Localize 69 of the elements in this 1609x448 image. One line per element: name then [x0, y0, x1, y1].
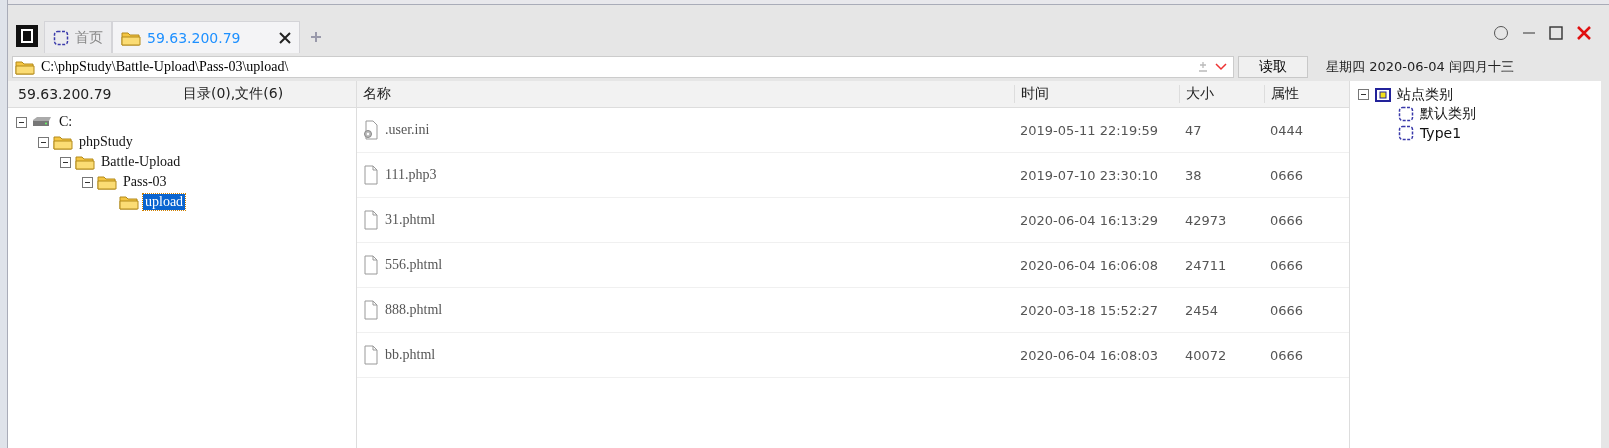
- size-cell-text: 42973: [1184, 212, 1228, 228]
- time-cell-text: 2020-06-04 16:13:29: [1019, 212, 1160, 228]
- category-icon: [1375, 87, 1391, 102]
- square-icon: [1398, 124, 1414, 141]
- file-name-cell[interactable]: .user.ini: [357, 120, 1014, 140]
- tree-item[interactable]: Type1: [1420, 124, 1462, 141]
- caret-icon[interactable]: [1215, 63, 1227, 71]
- app-logo: [16, 25, 38, 47]
- attribute-cell-text: 0666: [1269, 167, 1305, 183]
- tree-item[interactable]: phpStudy: [77, 134, 135, 150]
- folder-icon: [53, 134, 73, 150]
- address-field[interactable]: C:\phpStudy\Battle-Upload\Pass-03\upload\: [41, 59, 1191, 75]
- close-icon[interactable]: [279, 31, 291, 44]
- attribute-cell-text: 0444: [1269, 122, 1305, 138]
- tree-item[interactable]: upload: [143, 194, 186, 210]
- summary-label: 目录(0),文件(6): [183, 85, 284, 103]
- host-label: 59.63.200.79: [17, 86, 113, 102]
- file-icon: [363, 300, 379, 320]
- read-button[interactable]: 读取: [1238, 56, 1308, 78]
- attribute-cell-text: 0666: [1269, 347, 1305, 363]
- address-bar[interactable]: C:\phpStudy\Battle-Upload\Pass-03\upload\: [12, 56, 1234, 78]
- size-cell-text: 40072: [1184, 347, 1228, 363]
- tree-item[interactable]: Pass-03: [121, 174, 169, 190]
- size-cell-text: 47: [1184, 122, 1203, 138]
- time-cell-text: 2019-05-11 22:19:59: [1019, 122, 1160, 138]
- file-name-cell[interactable]: 556.phtml: [357, 255, 1014, 275]
- file-name-cell[interactable]: 31.phtml: [357, 210, 1014, 230]
- time-cell-text: 2020-06-04 16:08:03: [1019, 347, 1160, 363]
- file-name-cell[interactable]: 888.phtml: [357, 300, 1014, 320]
- time-cell-text: 2020-06-04 16:06:08: [1019, 257, 1160, 273]
- collapse-toggle[interactable]: [38, 136, 49, 148]
- attribute-cell-text: 0666: [1269, 257, 1305, 273]
- circle-icon[interactable]: [1493, 25, 1509, 41]
- file-icon: [363, 345, 379, 365]
- file-icon: [363, 165, 379, 185]
- column-header[interactable]: 名称: [357, 85, 1014, 103]
- folder-icon: [119, 194, 139, 210]
- file-icon: [363, 255, 379, 275]
- file-icon: [363, 210, 379, 230]
- folder-icon: [75, 154, 95, 170]
- folder-icon: [97, 174, 117, 190]
- time-cell-text: 2019-07-10 23:30:10: [1019, 167, 1160, 183]
- collapse-toggle[interactable]: [16, 116, 27, 128]
- tree-item[interactable]: 默认类别: [1420, 104, 1476, 123]
- square-icon: [53, 29, 69, 46]
- size-cell-text: 24711: [1184, 257, 1228, 273]
- time-cell-text: 2020-03-18 15:52:27: [1019, 302, 1160, 318]
- tree-item[interactable]: 站点类别: [1397, 85, 1453, 104]
- folder-icon: [121, 29, 141, 46]
- size-cell-text: 2454: [1184, 302, 1220, 318]
- collapse-toggle[interactable]: [60, 156, 71, 168]
- tree-item[interactable]: C:: [57, 114, 75, 130]
- maximize-icon[interactable]: [1549, 26, 1563, 40]
- column-header[interactable]: 时间: [1014, 85, 1179, 103]
- gear-file-icon: [363, 120, 379, 140]
- file-name-cell[interactable]: 111.php3: [357, 165, 1014, 185]
- column-header[interactable]: 属性: [1264, 85, 1349, 103]
- collapse-toggle[interactable]: [82, 176, 93, 188]
- attribute-cell-text: 0666: [1269, 212, 1305, 228]
- size-cell-text: 38: [1184, 167, 1203, 183]
- drive-icon: [31, 116, 53, 128]
- attribute-cell-text: 0666: [1269, 302, 1305, 318]
- folder-icon: [15, 59, 35, 75]
- square-icon: [1398, 105, 1414, 122]
- file-name-cell[interactable]: bb.phtml: [357, 345, 1014, 365]
- column-header[interactable]: 大小: [1179, 85, 1264, 103]
- tree-item[interactable]: Battle-Upload: [99, 154, 183, 170]
- collapse-toggle[interactable]: [1358, 89, 1369, 100]
- date-text: 星期四 2020-06-04 闰四月十三: [1326, 58, 1514, 76]
